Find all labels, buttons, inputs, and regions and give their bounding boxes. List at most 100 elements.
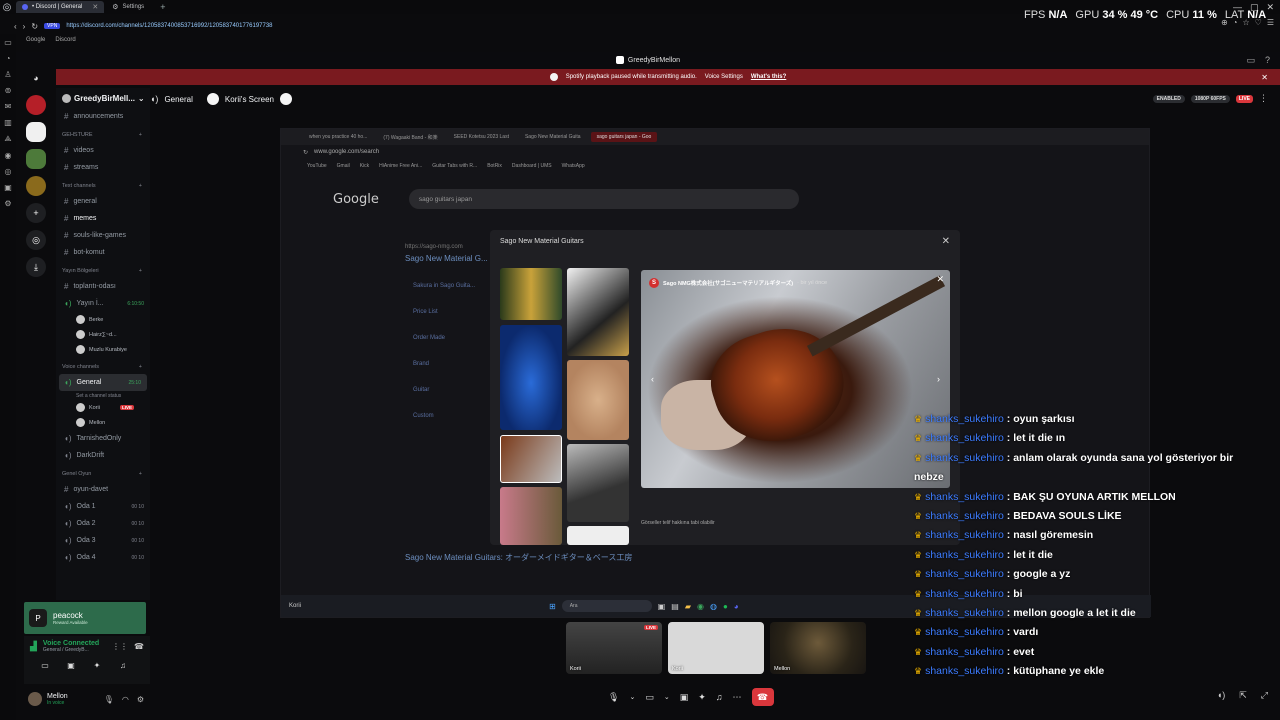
voice-settings-button[interactable]: Voice Settings	[705, 74, 743, 80]
headphones-icon[interactable]: ◠	[122, 695, 129, 704]
server-icon[interactable]	[26, 149, 46, 169]
voice-user-korii[interactable]: Korii LIVE	[56, 400, 150, 415]
category-yayin[interactable]: Yayın Bölgeleri +	[56, 264, 150, 278]
new-tab-button[interactable]: +	[160, 2, 165, 12]
enabled-badge[interactable]: ENABLED	[1152, 94, 1185, 103]
close-icon[interactable]: ✕	[92, 3, 98, 11]
channel-toplanti[interactable]: # toplantı-odası	[56, 278, 150, 295]
voice-user[interactable]: Hairz∑~d...	[56, 327, 150, 342]
close-icon[interactable]: ✕	[1261, 73, 1268, 82]
forward-icon[interactable]: ›	[23, 22, 26, 31]
category-genel[interactable]: Genel Oyun +	[56, 467, 150, 481]
peacock-popup[interactable]: P peacock Reward Available	[24, 602, 146, 634]
participant-tile-korii[interactable]: Korii	[668, 622, 764, 674]
sidebar-icon[interactable]: ♙	[4, 70, 11, 79]
category-text[interactable]: Text channels +	[56, 179, 150, 193]
sidebar-icon[interactable]: ◉	[5, 151, 12, 160]
channel-general[interactable]: # general	[56, 193, 150, 210]
channel-announcements[interactable]: # announcements	[56, 108, 150, 125]
bookmark-discord[interactable]: Discord	[55, 37, 75, 43]
sidebar-icon[interactable]: ✉	[5, 102, 12, 111]
sidebar-icon[interactable]: ▥	[4, 118, 12, 127]
participant-tile-mellon[interactable]: Mellon	[770, 622, 866, 674]
voice-channel-oda1[interactable]: ◖) Oda 1 00 10	[56, 498, 150, 515]
voice-user-mellon[interactable]: Mellon	[56, 415, 150, 430]
menu-icon[interactable]: ☰	[1267, 18, 1274, 27]
username[interactable]: Mellon	[47, 693, 68, 700]
voice-channel-darkdrift[interactable]: ◖) DarkDrift	[56, 447, 150, 464]
activity-icon[interactable]: ✦	[698, 692, 706, 703]
tab-discord[interactable]: • Discord | General ✕	[16, 1, 105, 13]
inbox-icon[interactable]: ▭	[1246, 55, 1255, 66]
sidebar-icon[interactable]: ◎	[5, 167, 12, 176]
channel-memes[interactable]: # memes	[56, 210, 150, 227]
tab-settings[interactable]: ⚙ Settings	[106, 1, 150, 13]
chevron-down-icon[interactable]: ⌄	[664, 693, 670, 701]
voice-channel-oda4[interactable]: ◖) Oda 4 00 10	[56, 549, 150, 566]
signal-icon[interactable]: ▟	[30, 641, 37, 652]
volume-icon[interactable]: ◖)	[1217, 690, 1225, 701]
help-icon[interactable]: ?	[1265, 55, 1270, 66]
channel-souls[interactable]: # souls-like-games	[56, 227, 150, 244]
more-icon[interactable]: ⋮	[1259, 93, 1268, 104]
disconnect-button[interactable]: ☎	[751, 688, 774, 706]
bookmark-icon[interactable]: ☆	[1242, 18, 1249, 27]
sidebar-icon[interactable]: ⟁	[4, 134, 11, 144]
voice-user[interactable]: Muzlu Kurabiye	[56, 342, 150, 357]
server-icon[interactable]	[26, 122, 46, 142]
popout-icon[interactable]: ⇱	[1239, 690, 1247, 701]
extension-icon[interactable]: ◔	[1233, 18, 1238, 27]
soundboard-icon[interactable]: ♫	[114, 661, 132, 670]
extension-icon[interactable]: ⊕	[1221, 18, 1228, 27]
more-icon[interactable]: ⋯	[733, 692, 742, 703]
server-icon[interactable]	[26, 176, 46, 196]
participant-tile-stream[interactable]: LIVE Korii	[566, 622, 662, 674]
heart-icon[interactable]: ♡	[1255, 18, 1262, 27]
channel-oyun-davet[interactable]: # oyun-davet	[56, 481, 150, 498]
fullscreen-icon[interactable]: ⤢	[1261, 690, 1268, 701]
microphone-icon[interactable]: 🎙	[104, 695, 114, 704]
channel-status[interactable]: Set a channel status	[56, 391, 150, 400]
voice-channel-yayin[interactable]: ◖) Yayın İ... 6:10:50	[56, 295, 150, 312]
sidebar-icon[interactable]: ◔	[6, 54, 11, 63]
screen-share-icon[interactable]: ▣	[62, 661, 80, 670]
maximize-icon[interactable]: ▢	[1250, 2, 1259, 13]
close-window-icon[interactable]: ✕	[1266, 2, 1274, 13]
noise-suppression-icon[interactable]: ⋮⋮	[112, 642, 128, 651]
settings-icon[interactable]: ⚙	[137, 695, 144, 704]
minimize-icon[interactable]: —	[1233, 2, 1242, 13]
server-header[interactable]: GreedyBirMell... ⌄	[56, 88, 150, 108]
voice-channel-tarnished[interactable]: ◖) TarnishedOnly	[56, 430, 150, 447]
reload-icon[interactable]: ↻	[31, 22, 38, 31]
sidebar-icon[interactable]: ▭	[4, 38, 12, 47]
voice-channel-oda3[interactable]: ◖) Oda 3 00 10	[56, 532, 150, 549]
disconnect-icon[interactable]: ☎	[134, 642, 144, 651]
category-gehsture[interactable]: GEHSTURE +	[56, 128, 150, 142]
bookmark-google[interactable]: Google	[26, 37, 45, 43]
activity-icon[interactable]: ✦	[88, 661, 106, 670]
url-field[interactable]: https://discord.com/channels/12058374008…	[66, 23, 272, 29]
camera-icon[interactable]: ▭	[36, 661, 54, 670]
soundboard-icon[interactable]: ♫	[716, 692, 723, 702]
camera-icon[interactable]: ▭	[645, 692, 654, 703]
back-icon[interactable]: ‹	[14, 22, 17, 31]
voice-channel-general[interactable]: ◖) General 25:10	[59, 374, 147, 391]
channel-streams[interactable]: # streams	[56, 159, 150, 176]
voice-location[interactable]: General / GreedyB...	[43, 647, 99, 653]
chevron-down-icon[interactable]: ⌄	[629, 693, 635, 701]
category-voice[interactable]: Voice channels +	[56, 360, 150, 374]
add-server-icon[interactable]: +	[26, 203, 46, 223]
discord-home-icon[interactable]: ◕	[26, 68, 46, 88]
download-icon[interactable]: ⤓	[26, 257, 46, 277]
whats-this-link[interactable]: What's this?	[751, 74, 786, 80]
sidebar-icon[interactable]: ⚙	[4, 199, 11, 208]
voice-channel-oda2[interactable]: ◖) Oda 2 00 10	[56, 515, 150, 532]
microphone-icon[interactable]: 🎙	[608, 692, 619, 703]
sidebar-icon[interactable]: ⊚	[5, 86, 12, 95]
discover-icon[interactable]: ◎	[26, 230, 46, 250]
screen-share-icon[interactable]: ▣	[680, 692, 689, 703]
vpn-badge[interactable]: VPN	[44, 23, 61, 29]
server-icon[interactable]	[26, 95, 46, 115]
channel-videos[interactable]: # videos	[56, 142, 150, 159]
os-logo-icon[interactable]: ◎	[0, 0, 14, 14]
